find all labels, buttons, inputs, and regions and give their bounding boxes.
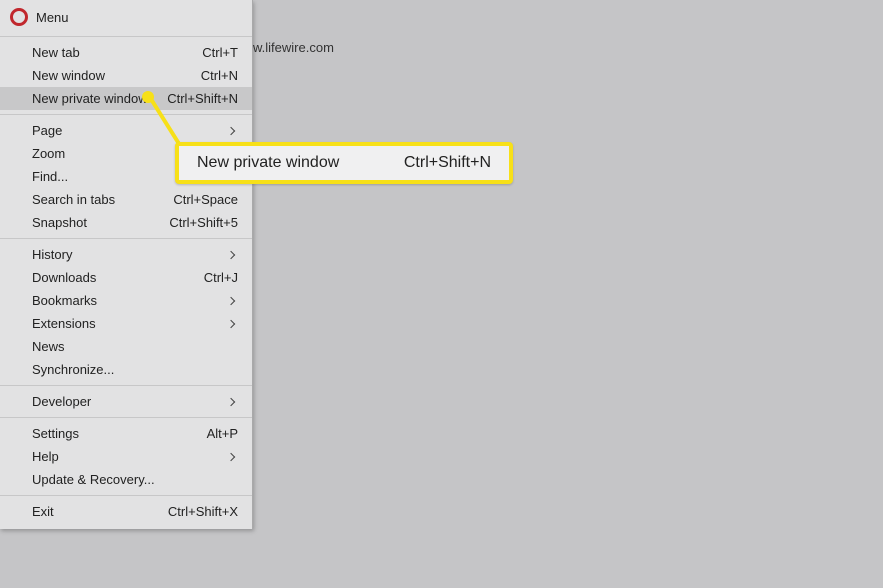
menu-item-label: Synchronize... xyxy=(32,362,238,377)
highlight-callout: New private window Ctrl+Shift+N xyxy=(175,142,513,184)
chevron-right-icon xyxy=(227,126,235,134)
menu-item-shortcut: Ctrl+J xyxy=(204,270,238,285)
separator xyxy=(0,36,252,37)
menu-item-help[interactable]: Help xyxy=(0,445,252,468)
menu-item-shortcut: Alt+P xyxy=(207,426,238,441)
opera-icon xyxy=(10,8,28,26)
callout-label: New private window xyxy=(197,154,404,172)
menu-item-label: Page xyxy=(32,123,228,138)
chevron-right-icon xyxy=(227,397,235,405)
menu-title: Menu xyxy=(36,10,69,25)
menu-item-page[interactable]: Page xyxy=(0,119,252,142)
menu-item-shortcut: Ctrl+Shift+N xyxy=(167,91,238,106)
menu-item-label: Exit xyxy=(32,504,168,519)
chevron-right-icon xyxy=(227,250,235,258)
menu-item-new-private-window[interactable]: New private window Ctrl+Shift+N xyxy=(0,87,252,110)
menu-item-update-recovery[interactable]: Update & Recovery... xyxy=(0,468,252,491)
menu-item-downloads[interactable]: Downloads Ctrl+J xyxy=(0,266,252,289)
chevron-right-icon xyxy=(227,452,235,460)
menu-item-exit[interactable]: Exit Ctrl+Shift+X xyxy=(0,500,252,523)
address-bar-fragment: w.lifewire.com xyxy=(253,40,334,55)
chevron-right-icon xyxy=(227,296,235,304)
menu-item-label: New tab xyxy=(32,45,202,60)
separator xyxy=(0,114,252,115)
menu-item-label: News xyxy=(32,339,238,354)
menu-item-history[interactable]: History xyxy=(0,243,252,266)
separator xyxy=(0,495,252,496)
menu-item-shortcut: Ctrl+T xyxy=(202,45,238,60)
menu-item-bookmarks[interactable]: Bookmarks xyxy=(0,289,252,312)
menu-item-new-window[interactable]: New window Ctrl+N xyxy=(0,64,252,87)
separator xyxy=(0,417,252,418)
callout-dot xyxy=(142,91,154,103)
callout-shortcut: Ctrl+Shift+N xyxy=(404,154,491,172)
menu-item-search-in-tabs[interactable]: Search in tabs Ctrl+Space xyxy=(0,188,252,211)
menu-item-label: Help xyxy=(32,449,228,464)
menu-item-shortcut: Ctrl+Shift+5 xyxy=(169,215,238,230)
menu-item-label: Extensions xyxy=(32,316,228,331)
menu-item-shortcut: Ctrl+N xyxy=(201,68,238,83)
menu-item-label: Snapshot xyxy=(32,215,169,230)
menu-item-label: Downloads xyxy=(32,270,204,285)
separator xyxy=(0,238,252,239)
menu-item-shortcut: Ctrl+Shift+X xyxy=(168,504,238,519)
menu-item-label: New window xyxy=(32,68,201,83)
separator xyxy=(0,385,252,386)
menu-item-shortcut: Ctrl+Space xyxy=(173,192,238,207)
menu-item-settings[interactable]: Settings Alt+P xyxy=(0,422,252,445)
menu-item-label: Settings xyxy=(32,426,207,441)
menu-item-developer[interactable]: Developer xyxy=(0,390,252,413)
menu-item-new-tab[interactable]: New tab Ctrl+T xyxy=(0,41,252,64)
menu-item-extensions[interactable]: Extensions xyxy=(0,312,252,335)
menu-item-snapshot[interactable]: Snapshot Ctrl+Shift+5 xyxy=(0,211,252,234)
menu-item-synchronize[interactable]: Synchronize... xyxy=(0,358,252,381)
menu-item-label: Search in tabs xyxy=(32,192,173,207)
menu-item-label: Bookmarks xyxy=(32,293,228,308)
main-menu: Menu New tab Ctrl+T New window Ctrl+N Ne… xyxy=(0,0,253,529)
menu-item-label: Update & Recovery... xyxy=(32,472,238,487)
menu-item-label: Developer xyxy=(32,394,228,409)
menu-item-news[interactable]: News xyxy=(0,335,252,358)
chevron-right-icon xyxy=(227,319,235,327)
menu-item-label: History xyxy=(32,247,228,262)
menu-header: Menu xyxy=(0,0,252,32)
